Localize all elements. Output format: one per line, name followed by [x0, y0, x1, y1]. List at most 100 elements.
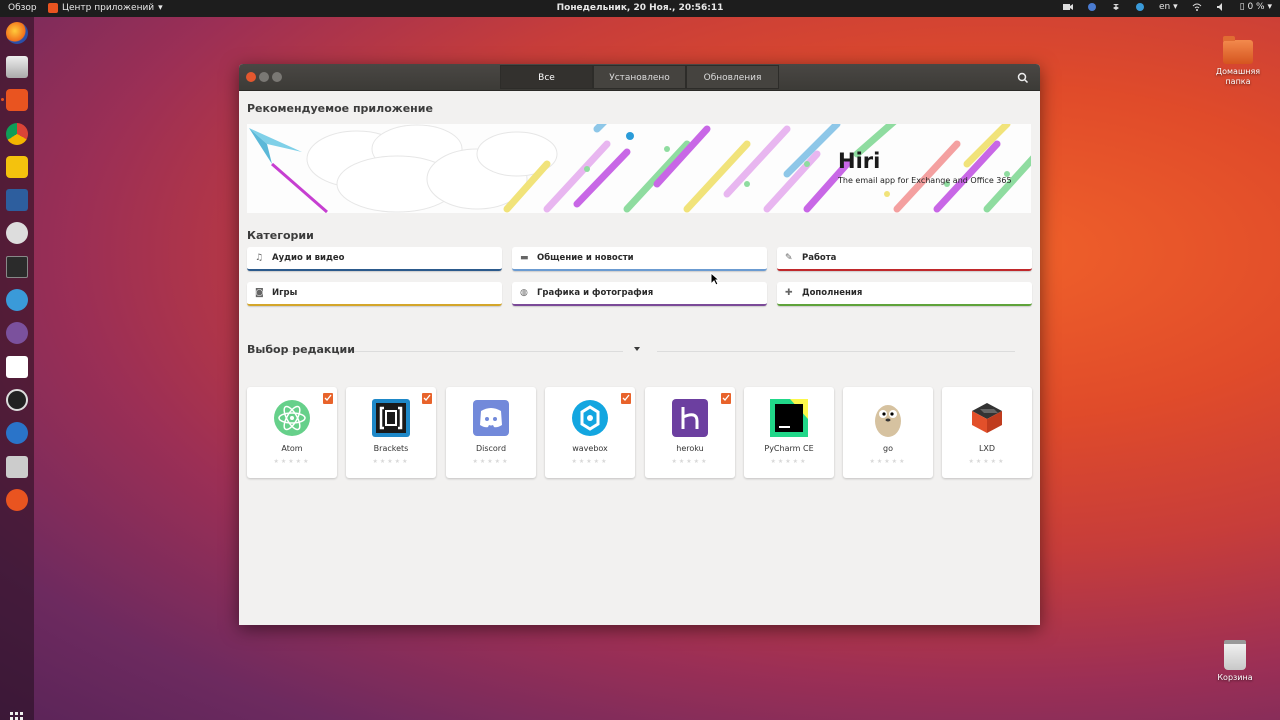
rating-stars: ★★★★★ [968, 458, 1006, 465]
app-tile-go[interactable]: go ★★★★★ [843, 387, 933, 478]
gopher-icon [875, 405, 901, 437]
vscode-icon[interactable] [6, 189, 28, 211]
app-name: go [883, 444, 893, 453]
software-center-window: Все Установлено Обновления Рекомендуемое… [239, 64, 1040, 625]
desktop-home-folder[interactable]: Домашняя папка [1208, 36, 1268, 87]
clock[interactable]: Понедельник, 20 Ноя., 20:56:11 [557, 3, 724, 13]
view-switcher: Все Установлено Обновления [500, 65, 779, 89]
categories-heading: Категории [247, 229, 314, 242]
tab-updates[interactable]: Обновления [686, 65, 779, 89]
home-folder-label: Домашняя папка [1215, 67, 1261, 86]
chat-icon: ▬ [520, 252, 529, 263]
telegram-icon[interactable] [6, 289, 28, 311]
chrome-icon[interactable] [6, 123, 28, 145]
rating-stars: ★★★★★ [869, 458, 907, 465]
battery-label: 0 % [1247, 2, 1265, 12]
tab-all[interactable]: Все [500, 65, 593, 89]
dock [0, 17, 34, 720]
desktop-trash[interactable]: Корзина [1205, 640, 1265, 683]
show-applications-icon[interactable] [10, 712, 24, 720]
activities-button[interactable]: Обзор [8, 3, 37, 13]
obs-icon[interactable] [6, 389, 28, 411]
app-name: PyCharm CE [764, 444, 814, 453]
trash-label: Корзина [1217, 673, 1253, 682]
palette-icon: ◍ [520, 287, 528, 298]
app-tile-atom[interactable]: Atom ★★★★★ [247, 387, 337, 478]
battery-indicator[interactable]: ▯ 0 % ▾ [1240, 2, 1272, 12]
category-addons[interactable]: ✚ Дополнения [777, 282, 1032, 306]
app-menu[interactable]: Центр приложений ▾ [48, 3, 163, 13]
music-icon: ♫ [255, 252, 264, 263]
camera-icon[interactable] [1063, 2, 1073, 12]
app-name: Atom [281, 444, 303, 453]
ubuntu-app-icon[interactable] [6, 489, 28, 511]
rating-stars: ★★★★★ [372, 458, 410, 465]
app-name: wavebox [572, 444, 608, 453]
volume-icon[interactable] [1216, 2, 1226, 12]
system-tray: en ▾ ▯ 0 % ▾ [1063, 2, 1272, 12]
expand-categories-icon[interactable] [634, 347, 640, 351]
banner-subtitle: The email app for Exchange and Office 36… [838, 176, 1012, 185]
featured-heading: Рекомендуемое приложение [247, 102, 433, 115]
chevron-down-icon: ▾ [158, 3, 163, 13]
category-audio-video[interactable]: ♫ Аудио и видео [247, 247, 502, 271]
app-tile-lxd[interactable]: LXD ★★★★★ [942, 387, 1032, 478]
files-icon[interactable] [6, 56, 28, 78]
mouse-pointer-icon [710, 272, 720, 286]
banner-title: Hiri [838, 149, 881, 173]
heroku-icon [672, 399, 708, 437]
telegram-tray-icon[interactable] [1135, 2, 1145, 12]
viber-icon[interactable] [6, 322, 28, 344]
window-close-button[interactable] [246, 72, 256, 82]
app-name: heroku [676, 444, 704, 453]
keep-icon[interactable] [6, 156, 28, 178]
category-label: Аудио и видео [272, 253, 345, 263]
category-games[interactable]: ◙ Игры [247, 282, 502, 306]
pycharm-icon [770, 399, 808, 437]
wavebox-icon [572, 400, 608, 436]
language-indicator[interactable]: en ▾ [1159, 2, 1178, 12]
category-label: Общение и новости [537, 253, 634, 263]
wifi-icon[interactable] [1192, 2, 1202, 12]
window-minimize-button[interactable] [259, 72, 269, 82]
category-label: Игры [272, 288, 298, 298]
rating-stars: ★★★★★ [273, 458, 311, 465]
divider-right [657, 351, 1015, 352]
language-label: en [1159, 2, 1171, 12]
calculator-icon[interactable] [6, 456, 28, 478]
category-graphics[interactable]: ◍ Графика и фотография [512, 282, 767, 306]
software-center-icon[interactable] [6, 89, 28, 111]
search-icon [1017, 72, 1029, 84]
category-work[interactable]: ✎ Работа [777, 247, 1032, 271]
dropbox-icon[interactable] [1111, 2, 1121, 12]
trash-icon [1224, 640, 1246, 670]
app-name: Discord [475, 444, 507, 453]
rating-stars: ★★★★★ [671, 458, 709, 465]
rating-stars: ★★★★★ [472, 458, 510, 465]
lxd-icon [972, 403, 1002, 433]
app-tile-wavebox[interactable]: wavebox ★★★★★ [545, 387, 635, 478]
system-monitor-icon[interactable] [6, 256, 28, 278]
installed-badge-icon [721, 393, 731, 404]
featured-banner[interactable]: Hiri The email app for Exchange and Offi… [247, 124, 1031, 213]
settings-gear-icon[interactable] [6, 222, 28, 244]
media-player-icon[interactable] [6, 422, 28, 444]
category-communication[interactable]: ▬ Общение и новости [512, 247, 767, 271]
app-tile-heroku[interactable]: heroku ★★★★★ [645, 387, 735, 478]
installed-badge-icon [422, 393, 432, 404]
tab-installed[interactable]: Установлено [593, 65, 686, 89]
text-editor-icon[interactable] [6, 356, 28, 378]
main-content: Рекомендуемое приложение Hiri The email … [239, 91, 1040, 625]
steam-icon[interactable] [1087, 2, 1097, 12]
puzzle-icon: ✚ [785, 287, 793, 298]
app-tile-brackets[interactable]: Brackets ★★★★★ [346, 387, 436, 478]
app-tile-discord[interactable]: Discord ★★★★★ [446, 387, 536, 478]
atom-icon [274, 400, 310, 436]
app-tile-pycharm[interactable]: PyCharm CE ★★★★★ [744, 387, 834, 478]
installed-badge-icon [621, 393, 631, 404]
category-label: Графика и фотография [537, 288, 654, 298]
firefox-icon[interactable] [6, 22, 28, 44]
app-name: Brackets [373, 444, 409, 453]
search-button[interactable] [1012, 67, 1034, 88]
window-maximize-button[interactable] [272, 72, 282, 82]
